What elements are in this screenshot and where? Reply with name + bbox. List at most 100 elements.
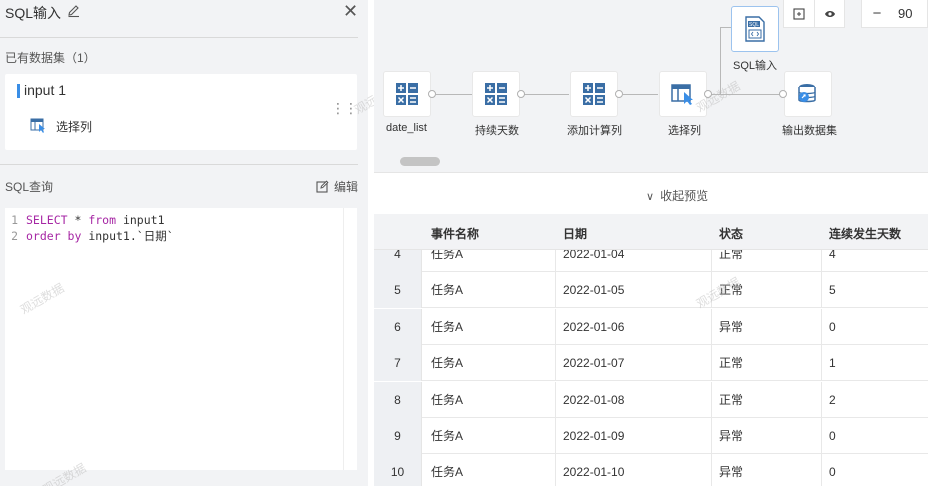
preview-table[interactable]: 事件名称 日期 状态 连续发生天数 4 任务A 2022-01-04 正常 4 5 任务A 2… [374,214,928,486]
collapse-preview-button[interactable]: ∨ 收起预览 [646,187,708,204]
flow-canvas[interactable]: date_list 持续天数 添加计算列 选择列 SQL SQL输入 输出数据集… [374,0,928,156]
table-cell: 异常 [719,429,744,443]
edit-sql-button[interactable]: 编辑 [316,178,358,195]
table-cell: 2022-01-10 [563,465,625,480]
output-port[interactable] [704,90,712,98]
table-cell: 2022-01-05 [563,283,625,298]
table-cell: 任务A [431,283,464,298]
dataset-item-label: 选择列 [56,120,93,134]
workspace: date_list 持续天数 添加计算列 选择列 SQL SQL输入 输出数据集… [374,0,928,486]
cell-divider [711,418,712,454]
chevron-down-icon: ∨ [646,191,655,203]
table-cell: 2 [829,392,836,407]
cell-divider [821,272,822,309]
canvas-toolbar [783,0,845,28]
node-label: 添加计算列 [567,125,622,137]
collapse-preview-label: 收起预览 [660,189,709,203]
row-index: 10 [374,454,422,486]
table-cell: 任务A [431,465,464,480]
node-select-column[interactable] [659,71,707,117]
cell-divider [555,418,556,454]
table-cell: 任务A [431,319,464,334]
column-header[interactable]: 状态 [719,225,743,242]
eye-icon [824,10,835,17]
zoom-out-button[interactable]: − [862,0,892,28]
cell-divider [711,272,712,309]
calc-icon [396,83,418,105]
output-port[interactable] [517,90,525,98]
table-cell: 2022-01-06 [563,319,625,334]
column-header[interactable]: 事件名称 [431,225,479,242]
sql-editor[interactable]: 1 SELECT * from input1 2 order by input1.`日… [5,208,343,470]
app-root: SQL输入 ✕ 已有数据集（1） input 1 选择列 ⋮⋮ SQL查询 编辑… [0,0,928,486]
select-column-icon [30,118,45,133]
table-cell: 任务A [431,429,464,443]
dataset-card[interactable]: input 1 选择列 ⋮⋮ [5,74,358,150]
node-label: 选择列 [668,125,701,137]
output-port[interactable] [428,90,436,98]
close-icon[interactable]: ✕ [343,1,358,22]
panel-header: SQL输入 ✕ [0,0,358,38]
cell-divider [821,454,822,486]
table-row[interactable]: 5 任务A 2022-01-05 正常 5 [374,272,928,309]
table-row[interactable]: 8 任务A 2022-01-08 正常 2 [374,381,928,418]
table-cell: 正常 [719,392,744,407]
table-row[interactable]: 6 任务A 2022-01-06 异常 0 [374,308,928,345]
export-button[interactable] [784,0,814,28]
cell-divider [711,381,712,418]
connector [436,94,472,95]
table-row[interactable]: 7 任务A 2022-01-07 正常 1 [374,345,928,382]
table-row[interactable]: 9 任务A 2022-01-09 异常 0 [374,418,928,454]
cell-divider [555,381,556,418]
export-icon [793,7,805,20]
cell-divider [711,345,712,382]
preview-button[interactable] [814,0,844,28]
cell-divider [555,272,556,309]
node-output-dataset[interactable] [784,71,832,117]
calc-icon [583,83,605,105]
sql-keyword: order by [26,229,82,243]
zoom-level: 90 [898,6,913,21]
node-label: 输出数据集 [782,125,837,137]
output-port[interactable] [615,90,623,98]
table-cell: 异常 [719,319,744,334]
pencil-icon[interactable] [67,4,81,18]
cell-divider [821,381,822,418]
node-sql-input[interactable]: SQL [731,6,779,52]
canvas-scrollbar[interactable] [400,157,440,166]
line-number: 2 [11,229,18,243]
input-port[interactable] [779,90,787,98]
cell-divider [555,345,556,382]
section-divider [0,164,358,165]
cell-divider [821,418,822,454]
table-cell: 任务A [431,356,464,371]
node-duration[interactable] [472,71,520,117]
connector [623,94,658,95]
table-row[interactable]: 10 任务A 2022-01-10 异常 0 [374,454,928,486]
column-header[interactable]: 日期 [563,225,587,242]
sql-query-label: SQL查询 [5,180,54,194]
sql-token: * [67,213,89,227]
connector [711,94,785,95]
table-cell: 0 [829,465,836,480]
cell-divider [821,308,822,345]
table-cell: 1 [829,356,836,371]
table-cell: 2022-01-08 [563,392,625,407]
connector [720,27,721,94]
drag-handle-icon[interactable]: ⋮⋮ [331,101,358,115]
sql-input-panel: SQL输入 ✕ 已有数据集（1） input 1 选择列 ⋮⋮ SQL查询 编辑… [0,0,401,486]
table-cell: 异常 [719,465,744,480]
node-add-calc[interactable] [570,71,618,117]
edit-sql-label: 编辑 [334,180,359,194]
calc-icon [485,83,507,105]
line-number: 1 [11,213,18,227]
cell-divider [711,308,712,345]
connector [524,94,569,95]
node-date-list[interactable] [383,71,431,117]
table-cell: 2022-01-09 [563,429,625,443]
column-header[interactable]: 连续发生天数 [829,225,901,242]
editor-scrollbar[interactable] [343,208,357,470]
table-cell: 2022-01-07 [563,356,625,371]
node-label: SQL输入 [733,60,778,72]
table-cell: 0 [829,319,836,334]
